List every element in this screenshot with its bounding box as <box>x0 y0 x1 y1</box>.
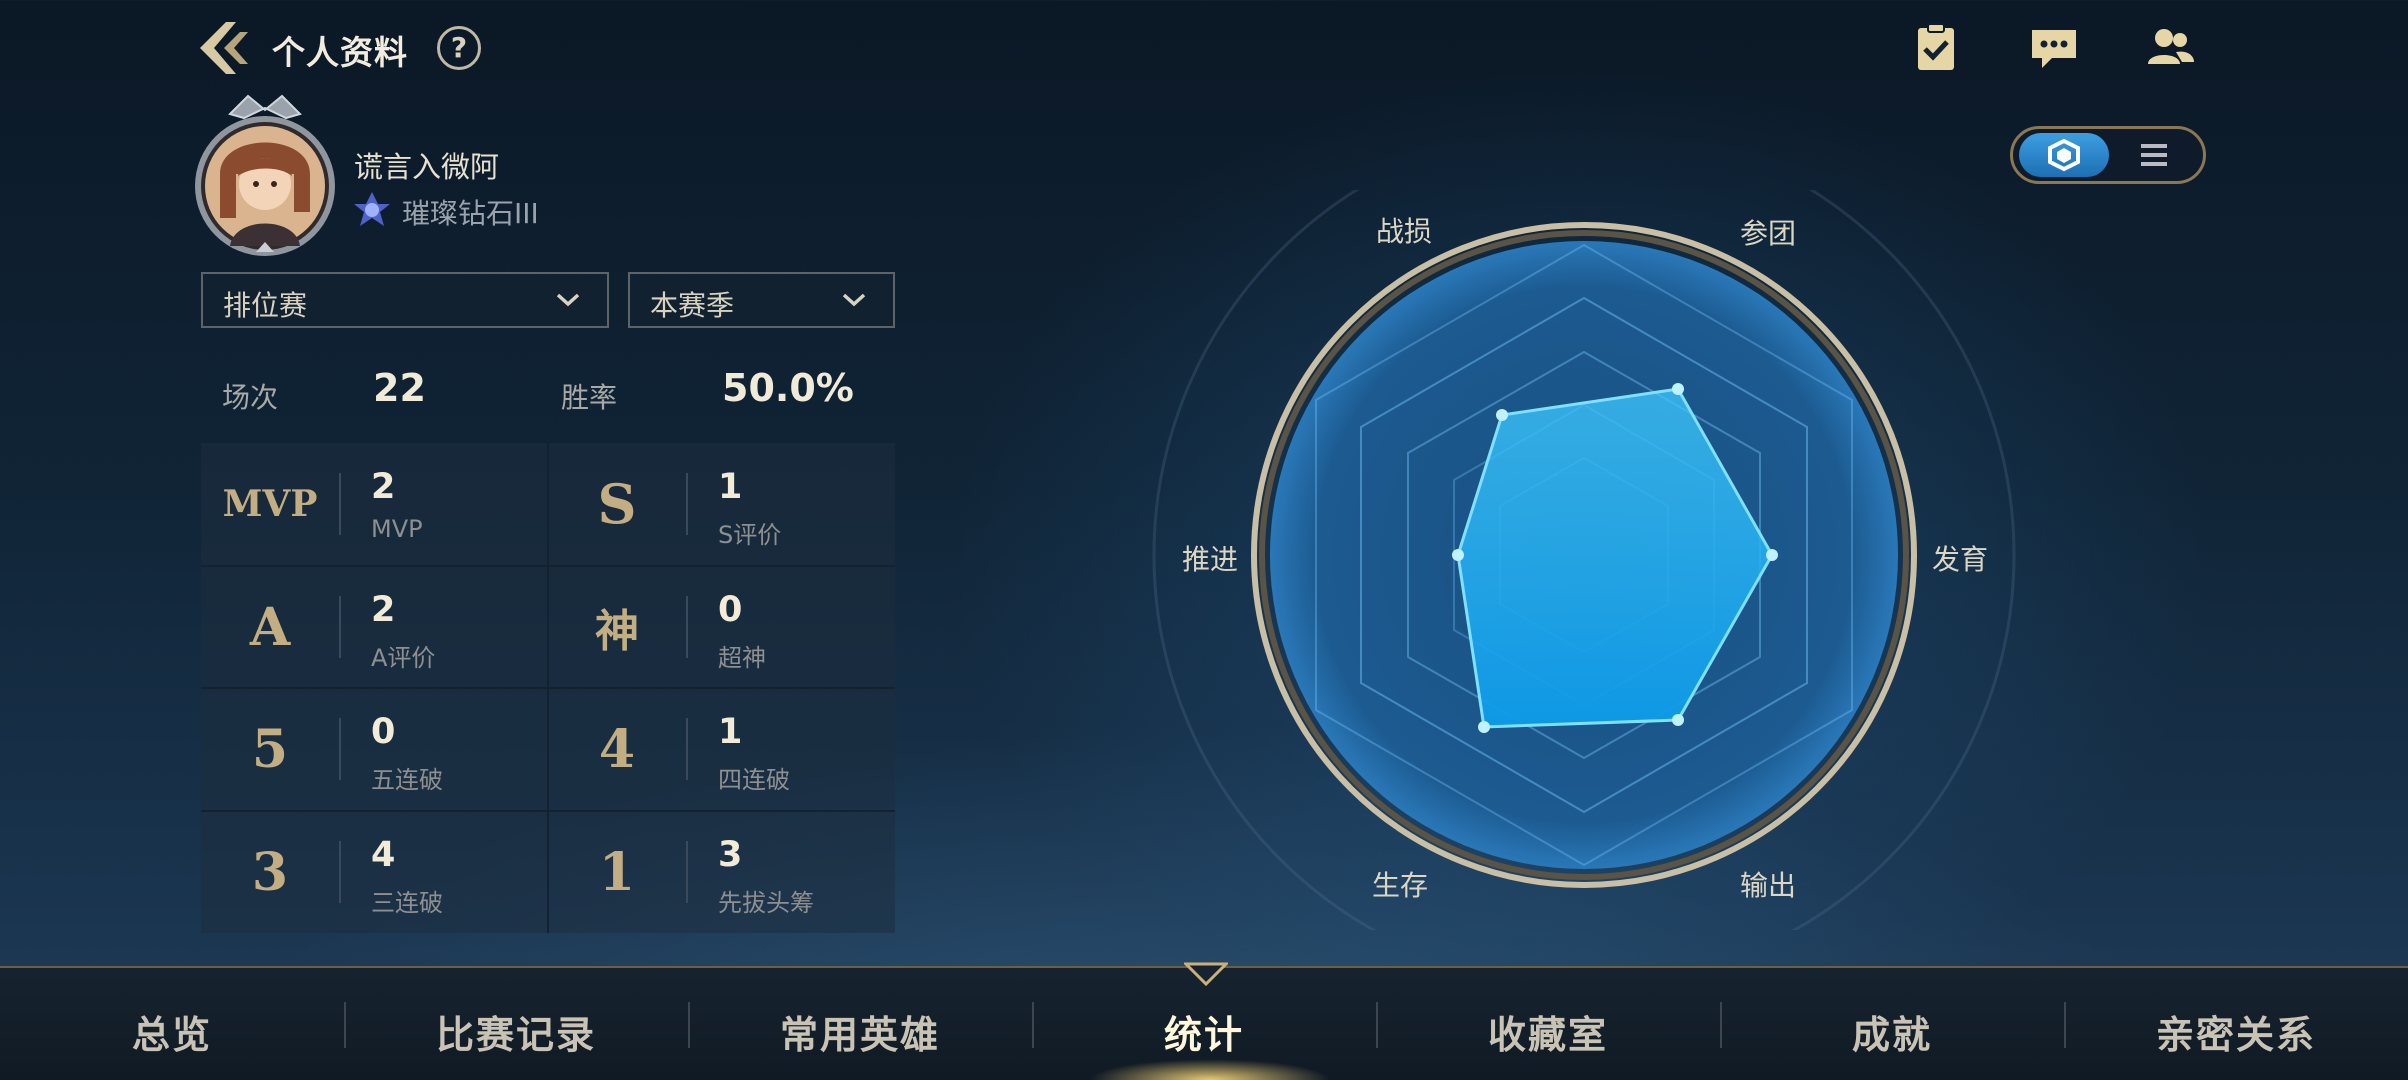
radar-label-farming: 发育 <box>1932 543 1989 576</box>
task-icon[interactable] <box>1906 20 1966 76</box>
stat-cell-mvp: MVP 2 MVP <box>201 443 548 565</box>
list-icon <box>2141 144 2167 166</box>
nav-tab-relationships[interactable]: 亲密关系 <box>2064 968 2408 1080</box>
first-blood-icon: 1 <box>598 841 636 903</box>
help-button[interactable]: ? <box>437 26 481 70</box>
radar-label-survival: 生存 <box>1372 869 1429 902</box>
radar-label-push: 推进 <box>1182 543 1239 576</box>
radar-label-damage: 输出 <box>1740 869 1797 902</box>
quadra-kill-icon: 4 <box>598 718 636 780</box>
stat-cell-quadra-kill: 4 1 四连破 <box>548 688 895 810</box>
chevron-down-icon <box>556 293 580 307</box>
matches-value: 22 <box>373 366 426 410</box>
radar-label-teamfight: 参团 <box>1740 217 1797 250</box>
winrate-label: 胜率 <box>561 381 618 414</box>
nav-tab-collection[interactable]: 收藏室 <box>1376 968 1720 1080</box>
stat-label: S评价 <box>718 521 782 549</box>
stat-label: MVP <box>371 515 423 543</box>
nav-tab-common-heroes[interactable]: 常用英雄 <box>688 968 1032 1080</box>
stat-value: 4 <box>371 835 396 875</box>
radar-view-toggle[interactable] <box>2019 133 2109 177</box>
ability-radar-chart: 战损 参团 发育 输出 生存 推进 <box>1150 123 2030 987</box>
message-icon[interactable] <box>2024 20 2084 76</box>
stat-cell-triple-kill: 3 4 三连破 <box>201 811 548 933</box>
nav-tab-achievements[interactable]: 成就 <box>1720 968 2064 1080</box>
stat-cell-a-rating: A 2 A评价 <box>201 566 548 688</box>
active-tab-glow <box>1040 1040 1380 1080</box>
active-tab-indicator-icon <box>1184 962 1228 986</box>
stat-value: 0 <box>371 712 396 752</box>
radar-label-damage-taken: 战损 <box>1376 215 1433 248</box>
stat-value: 1 <box>718 712 743 752</box>
mode-dropdown-value: 排位赛 <box>223 289 308 322</box>
stat-value: 1 <box>718 467 743 507</box>
back-button[interactable] <box>196 18 254 78</box>
a-rating-icon: A <box>249 596 291 658</box>
season-dropdown[interactable]: 本赛季 <box>628 272 895 328</box>
legendary-icon: 神 <box>595 606 639 657</box>
winrate-value: 50.0% <box>722 366 854 410</box>
penta-kill-icon: 5 <box>251 718 289 780</box>
stat-value: 2 <box>371 467 396 507</box>
stat-label: A评价 <box>371 644 436 672</box>
triple-kill-icon: 3 <box>251 841 289 903</box>
hexagon-icon <box>2048 138 2080 172</box>
nav-tab-overview[interactable]: 总览 <box>0 968 344 1080</box>
stat-label: 三连破 <box>371 889 443 917</box>
stat-value: 3 <box>718 835 743 875</box>
nav-tab-match-history[interactable]: 比赛记录 <box>344 968 688 1080</box>
stat-cell-legendary: 神 0 超神 <box>548 566 895 688</box>
stat-label: 五连破 <box>371 766 443 794</box>
matches-label: 场次 <box>222 381 279 414</box>
chevron-down-icon <box>842 293 866 307</box>
page-title: 个人资料 <box>272 33 408 72</box>
friends-icon[interactable] <box>2140 20 2200 76</box>
back-arrow-icon <box>200 22 248 74</box>
stats-grid: MVP 2 MVP S 1 S评价 A 2 A评价 神 0 超神 5 0 五连破… <box>201 443 895 933</box>
view-toggle[interactable] <box>2010 126 2206 184</box>
diamond-rank-icon <box>354 192 390 226</box>
stat-cell-s-rating: S 1 S评价 <box>548 443 895 565</box>
s-rating-icon: S <box>597 472 637 536</box>
list-view-toggle[interactable] <box>2109 133 2199 177</box>
player-name: 谎言入微阿 <box>354 150 500 184</box>
rank-label: 璀璨钻石III <box>402 197 539 230</box>
stat-value: 0 <box>718 590 743 630</box>
stat-cell-penta-kill: 5 0 五连破 <box>201 688 548 810</box>
stat-label: 超神 <box>718 644 766 672</box>
stat-cell-first-blood: 1 3 先拔头筹 <box>548 811 895 933</box>
stat-label: 四连破 <box>718 766 790 794</box>
mvp-icon: MVP <box>222 483 318 525</box>
stat-value: 2 <box>371 590 396 630</box>
stat-label: 先拔头筹 <box>718 889 814 917</box>
radar-graphic <box>1152 123 2016 987</box>
avatar[interactable] <box>190 92 340 260</box>
season-dropdown-value: 本赛季 <box>650 289 735 322</box>
mode-dropdown[interactable]: 排位赛 <box>201 272 609 328</box>
